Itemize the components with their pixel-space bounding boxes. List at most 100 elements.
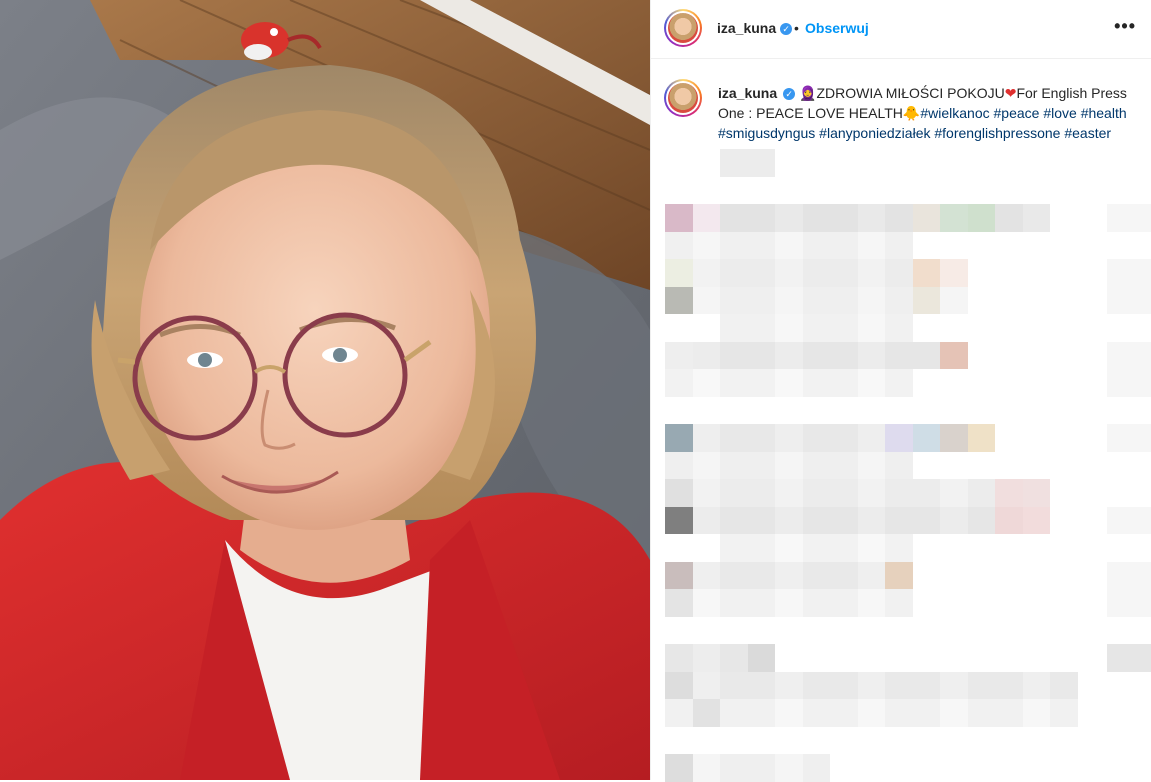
pixel-block: [830, 671, 858, 699]
pixel-block: [665, 699, 693, 727]
pixel-block: [665, 424, 693, 452]
pixel-block: [720, 506, 748, 534]
pixel-block: [720, 644, 748, 672]
pixel-block: [692, 589, 720, 617]
pixel-block: [830, 506, 858, 534]
pixel-block: [775, 534, 803, 562]
hashtag[interactable]: #smigusdyngus: [718, 125, 815, 141]
pixel-block: [1022, 699, 1050, 727]
pixel-block: [1107, 259, 1151, 287]
pixel-block: [720, 259, 748, 287]
pixel-block: [830, 204, 858, 232]
caption-avatar[interactable]: [664, 79, 702, 117]
hashtag[interactable]: #easter: [1064, 125, 1111, 141]
caption-text: iza_kuna ✓ 🧕ZDROWIA MIŁOŚCI POKOJU❤For En…: [718, 84, 1143, 143]
follow-button[interactable]: Obserwuj: [805, 20, 869, 36]
pixel-block: [885, 286, 913, 314]
pixel-block: [720, 479, 748, 507]
pixel-block: [747, 369, 775, 397]
hashtag[interactable]: #forenglishpressone: [934, 125, 1060, 141]
caption-username[interactable]: iza_kuna: [718, 85, 777, 101]
pixel-block: [720, 231, 748, 259]
pixel-block: [775, 479, 803, 507]
hashtag[interactable]: #health: [1081, 105, 1127, 121]
pixel-block: [995, 506, 1023, 534]
hashtag[interactable]: #peace: [994, 105, 1040, 121]
more-options-icon[interactable]: •••: [1114, 16, 1136, 37]
pixel-block: [802, 506, 830, 534]
pixel-block: [885, 424, 913, 452]
hashtag[interactable]: #love: [1043, 105, 1076, 121]
pixel-block: [747, 204, 775, 232]
pixel-block: [885, 369, 913, 397]
pixel-block: [747, 534, 775, 562]
pixel-block: [912, 699, 940, 727]
header-separator: •: [794, 20, 799, 36]
pixel-block: [665, 286, 693, 314]
pixel-block: [857, 204, 885, 232]
avatar-image: [668, 13, 698, 43]
pixel-block: [1107, 369, 1151, 397]
pixel-block: [775, 341, 803, 369]
header-avatar[interactable]: [664, 9, 702, 47]
pixel-block: [857, 699, 885, 727]
pixel-block: [802, 369, 830, 397]
pixel-block: [802, 314, 830, 342]
hashtag[interactable]: #lanyponiedziałek: [819, 125, 930, 141]
pixel-block: [1050, 671, 1078, 699]
pixel-block: [802, 286, 830, 314]
hashtag[interactable]: #wielkanoc: [920, 105, 989, 121]
pixel-block: [967, 424, 995, 452]
pixel-block: [912, 424, 940, 452]
pixel-block: [802, 259, 830, 287]
pixel-block: [665, 369, 693, 397]
pixel-block: [775, 314, 803, 342]
pixel-block: [720, 671, 748, 699]
pixel-block: [912, 259, 940, 287]
header-username[interactable]: iza_kuna: [717, 20, 776, 36]
pixel-block: [665, 479, 693, 507]
pixel-block: [692, 561, 720, 589]
pixel-block: [747, 479, 775, 507]
pixel-block: [940, 699, 968, 727]
pixel-block: [747, 644, 775, 672]
pixel-block: [995, 479, 1023, 507]
pixel-block: [967, 506, 995, 534]
pixel-block: [775, 451, 803, 479]
pixel-block: [802, 451, 830, 479]
pixel-block: [692, 369, 720, 397]
pixel-block: [1022, 671, 1050, 699]
pixel-block: [802, 534, 830, 562]
avatar-border: [666, 11, 700, 45]
pixel-block: [692, 479, 720, 507]
pixel-block: [665, 204, 693, 232]
pixel-block: [830, 314, 858, 342]
pixel-block: [830, 699, 858, 727]
pixel-block: [720, 149, 748, 177]
pixel-block: [665, 644, 693, 672]
post-photo[interactable]: [0, 0, 650, 780]
pixel-block: [692, 424, 720, 452]
pixel-block: [830, 231, 858, 259]
pixel-block: [692, 259, 720, 287]
pixel-block: [775, 754, 803, 782]
pixel-block: [665, 341, 693, 369]
pixel-block: [830, 286, 858, 314]
pixel-block: [885, 479, 913, 507]
pixel-block: [692, 671, 720, 699]
pixel-block: [857, 259, 885, 287]
pixel-block: [885, 506, 913, 534]
pixel-block: [940, 259, 968, 287]
pixel-block: [747, 424, 775, 452]
pixel-block: [1107, 286, 1151, 314]
pixel-block: [830, 369, 858, 397]
pixel-block: [747, 589, 775, 617]
pixel-block: [1107, 644, 1151, 672]
pixel-block: [692, 231, 720, 259]
pixel-block: [912, 204, 940, 232]
pixel-block: [1107, 589, 1151, 617]
pixel-block: [747, 149, 775, 177]
pixel-block: [802, 589, 830, 617]
pixel-block: [857, 506, 885, 534]
pixel-block: [830, 534, 858, 562]
